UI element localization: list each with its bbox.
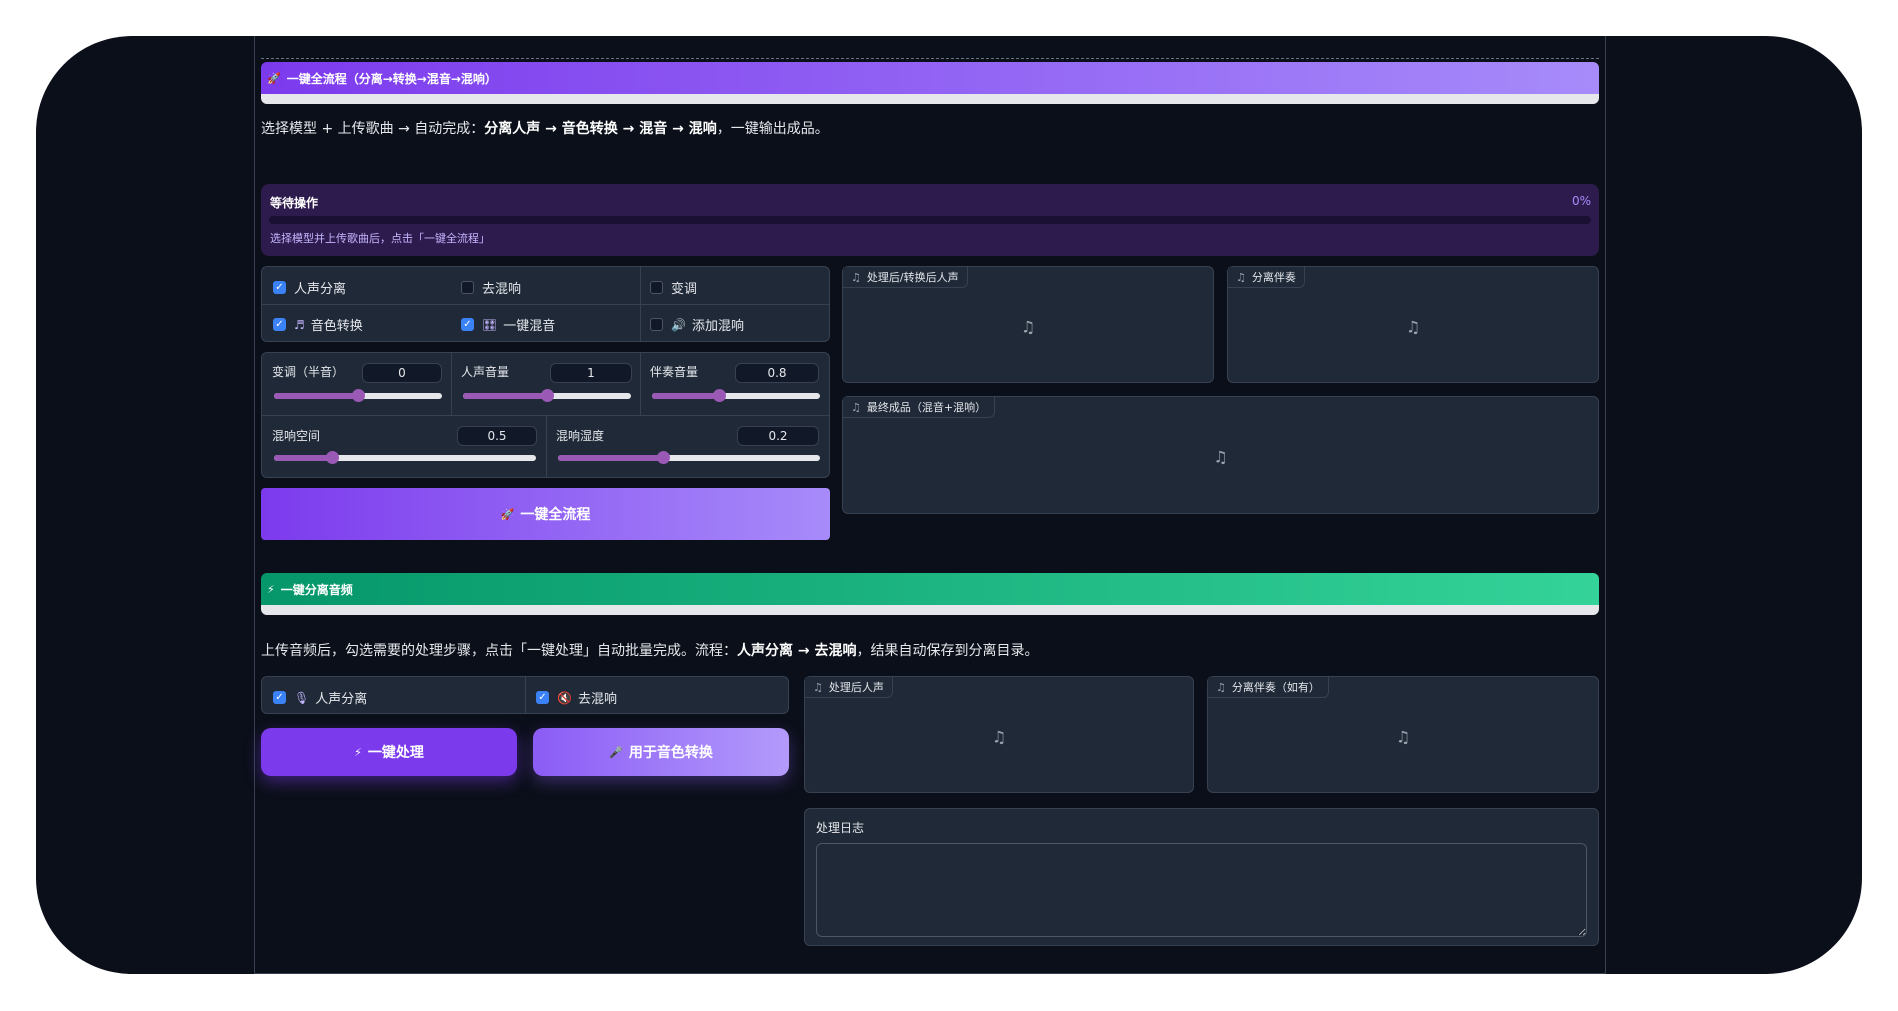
slider-handle[interactable] [656, 451, 670, 464]
sliders-panel: 变调（半音） 0 人声音量 1 伴奏音量 0.8 混响空间 0.5 混响湿度 0… [261, 352, 830, 478]
audio-separated-vocal[interactable]: ♫ 处理后人声 ♫ [804, 676, 1194, 793]
rocket-icon: 🚀 [500, 507, 515, 521]
music-note-icon: ♫ [1216, 680, 1226, 694]
progress-bar [269, 216, 1591, 224]
options-panel: ✓ 人声分离 去混响 变调 ✓ ♬ 音色转换 ✓ 🎛 一键混音 🔊 添加混响 [261, 266, 830, 342]
lightning-icon: ⚡ [354, 745, 362, 759]
checkbox-box[interactable]: ✓ [536, 691, 549, 704]
checkbox-box[interactable]: ✓ [273, 318, 286, 331]
microphone-icon: 🎙 [294, 690, 310, 705]
checkbox-box[interactable] [650, 318, 663, 331]
log-label: 处理日志 [816, 821, 865, 835]
checkbox-box[interactable]: ✓ [273, 691, 286, 704]
music-note-icon: ♫ [851, 400, 861, 414]
log-textarea[interactable] [816, 843, 1587, 937]
lightning-icon: ⚡ [267, 582, 275, 596]
slider-handle[interactable] [352, 389, 365, 402]
checkbox-separate-dereverb[interactable]: ✓ 🔇 去混响 [536, 688, 617, 707]
separate-title: 一键分离音频 [280, 582, 353, 597]
checkbox-separate-vocal[interactable]: ✓ 🎙 人声分离 [273, 688, 367, 707]
reverb-room-slider[interactable] [274, 451, 536, 464]
log-panel: 处理日志 [804, 808, 1599, 946]
music-note-icon: ♫ [851, 270, 861, 284]
status-hint: 选择模型并上传歌曲后，点击「一键全流程」 [270, 232, 490, 245]
reverb-wet-label: 混响湿度 [556, 429, 605, 443]
checkbox-box[interactable] [650, 281, 663, 294]
music-note-icon: ♫ [991, 726, 1007, 746]
slider-handle[interactable] [325, 451, 339, 464]
use-for-conversion-button[interactable]: 🎤 用于音色转换 [533, 728, 789, 776]
checkbox-voice-conversion[interactable]: ✓ ♬ 音色转换 [273, 315, 363, 334]
status-percent: 0% [1571, 194, 1591, 208]
checkbox-pitch-shift[interactable]: 变调 [650, 278, 697, 297]
audio-accompaniment-output[interactable]: ♫ 分离伴奏 ♫ [1227, 266, 1599, 383]
status-title: 等待操作 [270, 196, 319, 210]
checkbox-box[interactable]: ✓ [273, 281, 286, 294]
pitch-label: 变调（半音） [272, 365, 345, 379]
separate-description: 上传音频后，勾选需要的处理步骤，点击「一键处理」自动批量完成。流程：人声分离 →… [261, 643, 1039, 659]
separate-options-panel: ✓ 🎙 人声分离 ✓ 🔇 去混响 [261, 676, 789, 714]
process-button[interactable]: ⚡ 一键处理 [261, 728, 517, 776]
speaker-icon: 🔊 [671, 317, 686, 332]
rocket-icon: 🚀 [267, 71, 281, 85]
checkbox-add-reverb[interactable]: 🔊 添加混响 [650, 315, 744, 334]
vocal-volume-label: 人声音量 [461, 365, 510, 379]
full-flow-description: 选择模型 + 上传歌曲 → 自动完成：分离人声 → 音色转换 → 混音 → 混响… [261, 121, 829, 137]
audio-final-output[interactable]: ♫ 最终成品（混音+混响） ♫ [842, 396, 1599, 514]
music-note-icon: ♫ [1395, 726, 1411, 746]
app-window: 🚀 一键全流程（分离→转换→混音→混响） 选择模型 + 上传歌曲 → 自动完成：… [36, 36, 1862, 974]
mixer-icon: 🎛 [482, 317, 498, 332]
music-note-icon: ♫ [1213, 447, 1228, 467]
music-note-icon: ♫ [813, 680, 823, 694]
run-full-flow-button[interactable]: 🚀 一键全流程 [261, 488, 830, 540]
microphone-icon: 🎤 [609, 745, 623, 759]
music-note-icon: ♫ [1020, 316, 1036, 336]
checkbox-dereverb[interactable]: 去混响 [461, 278, 521, 297]
vocal-volume-slider[interactable] [463, 389, 631, 402]
music-note-icon: ♬ [294, 317, 305, 332]
audio-separated-accompaniment[interactable]: ♫ 分离伴奏（如有） ♫ [1207, 676, 1599, 793]
checkbox-auto-mix[interactable]: ✓ 🎛 一键混音 [461, 315, 555, 334]
slider-handle[interactable] [541, 389, 554, 402]
checkbox-box[interactable] [461, 281, 474, 294]
full-flow-banner: 🚀 一键全流程（分离→转换→混音→混响） [261, 62, 1599, 104]
full-flow-title: 一键全流程（分离→转换→混音→混响） [286, 71, 497, 86]
accomp-volume-slider[interactable] [652, 389, 820, 402]
mute-icon: 🔇 [557, 690, 572, 705]
checkbox-vocal-separation[interactable]: ✓ 人声分离 [273, 278, 346, 297]
accomp-volume-label: 伴奏音量 [650, 365, 699, 379]
separate-banner: ⚡ 一键分离音频 [261, 573, 1599, 615]
reverb-room-input[interactable]: 0.5 [457, 426, 537, 446]
accomp-volume-input[interactable]: 0.8 [735, 363, 819, 383]
divider [261, 58, 1599, 59]
reverb-room-label: 混响空间 [272, 429, 321, 443]
status-panel: 等待操作 0% 选择模型并上传歌曲后，点击「一键全流程」 [261, 184, 1599, 256]
reverb-wet-slider[interactable] [558, 451, 820, 464]
music-note-icon: ♫ [1236, 270, 1246, 284]
audio-vocal-output[interactable]: ♫ 处理后/转换后人声 ♫ [842, 266, 1214, 383]
slider-handle[interactable] [713, 389, 727, 402]
pitch-value-input[interactable]: 0 [362, 363, 442, 383]
main-column: 🚀 一键全流程（分离→转换→混音→混响） 选择模型 + 上传歌曲 → 自动完成：… [254, 36, 1606, 974]
reverb-wet-input[interactable]: 0.2 [737, 426, 819, 446]
music-note-icon: ♫ [1405, 316, 1421, 336]
pitch-slider[interactable] [274, 389, 442, 402]
checkbox-box[interactable]: ✓ [461, 318, 474, 331]
vocal-volume-input[interactable]: 1 [550, 363, 632, 383]
